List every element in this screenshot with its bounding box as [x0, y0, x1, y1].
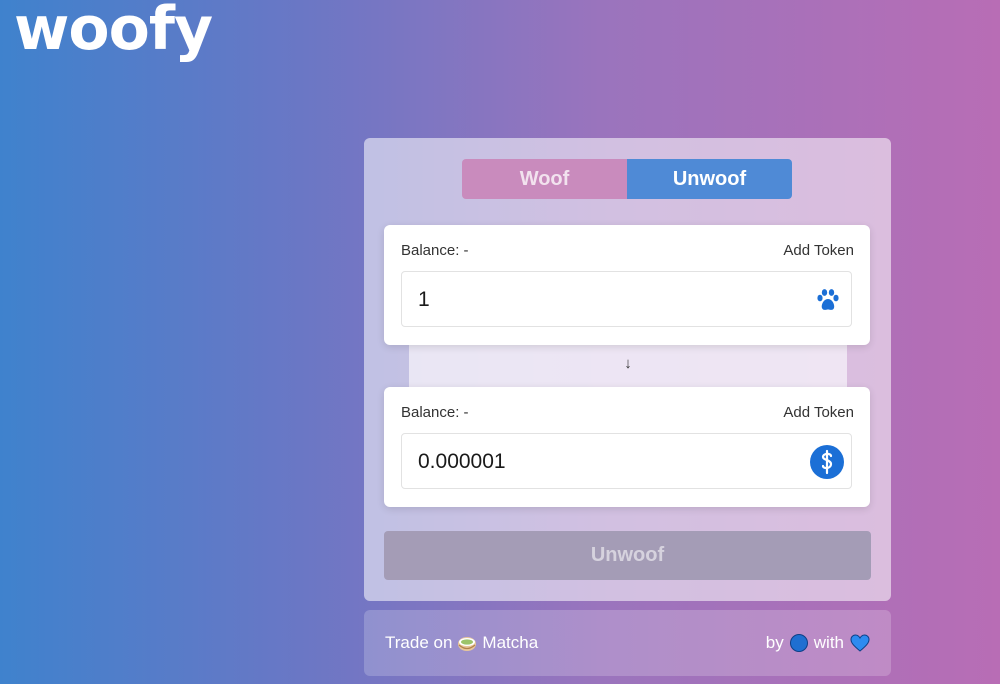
output-balance: Balance: - — [401, 404, 469, 421]
input-balance: Balance: - — [401, 242, 469, 259]
footer: Trade on Matcha by with — [364, 610, 891, 676]
trade-prefix: Trade on — [385, 633, 453, 652]
output-amount-value[interactable]: 0.000001 — [418, 434, 506, 490]
tab-woof[interactable]: Woof — [462, 159, 627, 199]
app-logo: woofy — [14, 0, 213, 64]
unwoof-button[interactable]: Unwoof — [384, 531, 871, 580]
output-card: Balance: - Add Token 0.000001 — [384, 387, 870, 507]
by-label: by — [765, 633, 784, 652]
credits: by with — [766, 610, 870, 676]
yfi-icon — [810, 445, 844, 479]
input-amount-field[interactable]: 1 — [401, 271, 852, 327]
output-add-token-link[interactable]: Add Token — [783, 404, 854, 421]
blue-heart-icon — [850, 634, 870, 652]
matcha-label: Matcha — [482, 633, 539, 652]
input-amount-value[interactable]: 1 — [418, 272, 430, 328]
paw-icon — [817, 289, 839, 310]
mode-tabs: Woof Unwoof — [462, 159, 792, 199]
with-label: with — [813, 633, 844, 652]
input-card: Balance: - Add Token 1 — [384, 225, 870, 345]
blue-circle-icon — [789, 634, 808, 652]
matcha-icon — [458, 637, 477, 651]
output-amount-field[interactable]: 0.000001 — [401, 433, 852, 489]
arrow-down-icon: ↓ — [624, 355, 632, 372]
trade-on-matcha-link[interactable]: Trade on Matcha — [385, 610, 538, 676]
tab-unwoof[interactable]: Unwoof — [627, 159, 792, 199]
swap-panel: Woof Unwoof ↓ Balance: - Add Token 1 Bal… — [364, 138, 891, 601]
input-add-token-link[interactable]: Add Token — [783, 242, 854, 259]
